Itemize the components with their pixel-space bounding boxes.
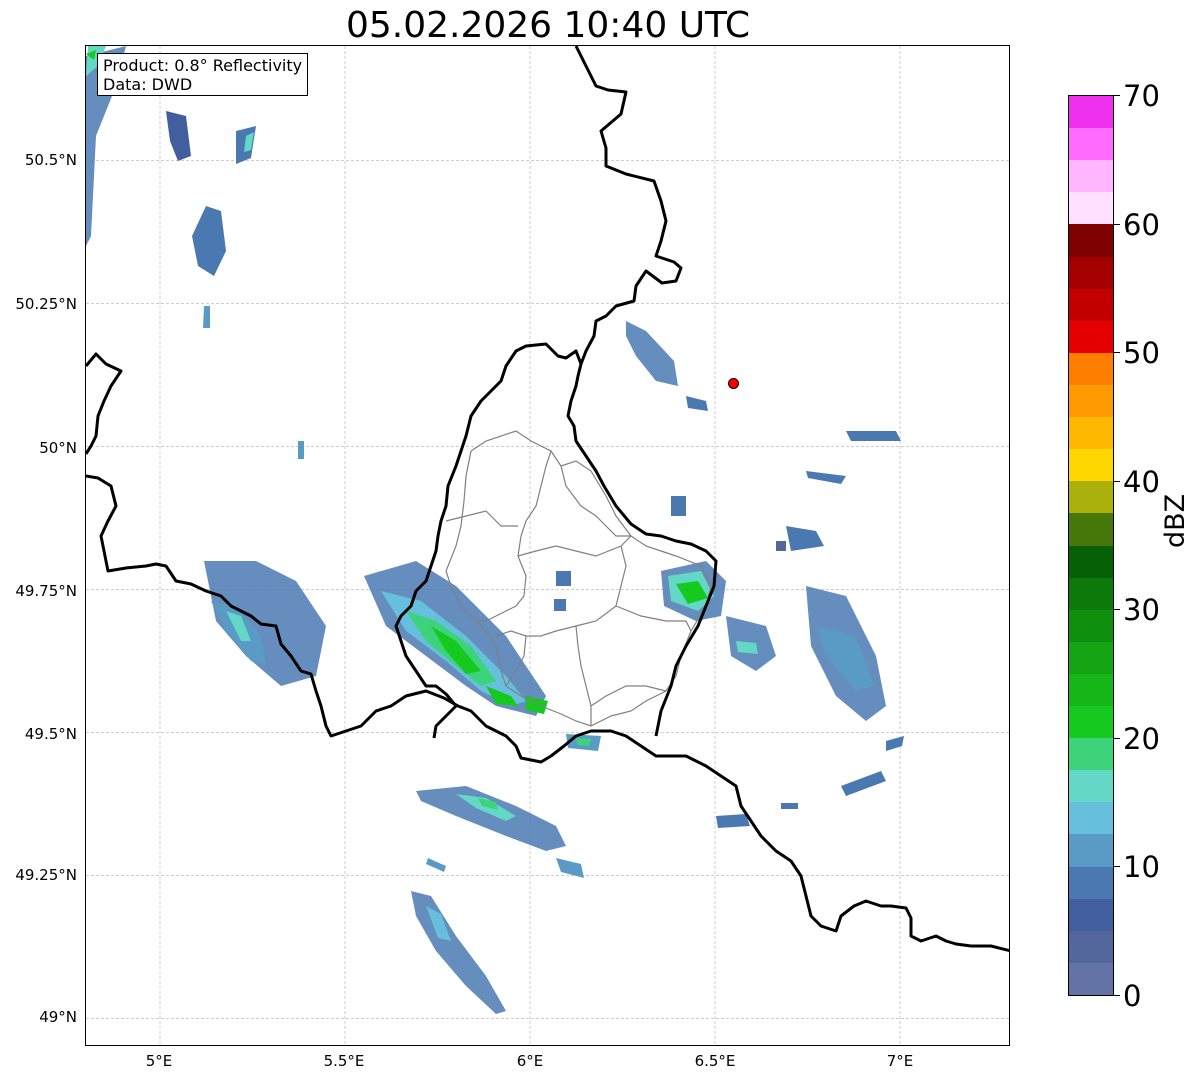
data-source-label: Data: DWD — [103, 75, 193, 94]
colorbar-segment — [1069, 704, 1113, 739]
colorbar-tick — [1114, 866, 1120, 867]
map-gridlines — [86, 46, 1009, 1045]
colorbar-tick — [1114, 352, 1120, 353]
colorbar-label: dBZ — [1160, 493, 1191, 548]
radar-site-marker[interactable] — [728, 377, 739, 389]
colorbar-segment — [1069, 383, 1113, 418]
radar-echo — [776, 541, 786, 551]
radar-echo — [786, 526, 824, 551]
colorbar-segment — [1069, 286, 1113, 321]
radar-echo — [736, 641, 758, 654]
colorbar-tick — [1114, 995, 1120, 996]
colorbar-segment — [1069, 158, 1113, 193]
colorbar-tick — [1114, 481, 1120, 482]
colorbar-segment — [1069, 479, 1113, 514]
colorbar-segment — [1069, 543, 1113, 578]
colorbar-segment — [1069, 190, 1113, 225]
colorbar-tick-label: 70 — [1123, 79, 1160, 113]
colorbar-segment — [1069, 254, 1113, 289]
colorbar-tick — [1114, 738, 1120, 739]
colorbar-segment — [1069, 961, 1113, 995]
radar-echo — [716, 814, 750, 828]
colorbar-segment — [1069, 351, 1113, 385]
colorbar-tick-label: 0 — [1123, 979, 1142, 1013]
colorbar-tick — [1114, 95, 1120, 96]
radar-map-canvas — [86, 46, 1009, 1045]
radar-echo — [298, 441, 304, 459]
radar-echo — [671, 496, 686, 516]
colorbar-tick-label: 20 — [1123, 722, 1160, 756]
colorbar-segment — [1069, 672, 1113, 707]
info-box: Product: 0.8° Reflectivity Data: DWD — [97, 53, 309, 96]
colorbar-segment — [1069, 736, 1113, 771]
radar-echo — [203, 306, 210, 328]
radar-map[interactable] — [85, 45, 1010, 1046]
radar-echo — [411, 891, 506, 1014]
colorbar-segment — [1069, 318, 1113, 353]
radar-echo — [554, 599, 566, 611]
colorbar-segment — [1069, 511, 1113, 546]
lon-tick-label: 6.5°E — [694, 1052, 736, 1070]
colorbar-segment — [1069, 768, 1113, 803]
radar-echo — [841, 771, 886, 796]
colorbar-segment — [1069, 126, 1113, 161]
colorbar-segment — [1069, 800, 1113, 835]
lon-tick-label: 5.5°E — [323, 1052, 365, 1070]
radar-echo — [426, 858, 446, 872]
radar-echo — [192, 206, 226, 276]
colorbar-segment — [1069, 447, 1113, 482]
colorbar-segment — [1069, 96, 1113, 129]
colorbar-segment — [1069, 832, 1113, 867]
lat-tick-label: 49°N — [39, 1008, 77, 1026]
radar-echo — [806, 471, 846, 484]
lon-tick-label: 7°E — [886, 1052, 914, 1070]
colorbar-tick — [1114, 224, 1120, 225]
colorbar-segment — [1069, 896, 1113, 931]
radar-echo — [686, 396, 708, 411]
colorbar — [1068, 95, 1114, 996]
radar-echo — [626, 321, 678, 386]
colorbar-segment — [1069, 864, 1113, 899]
lon-tick-label: 5°E — [145, 1052, 173, 1070]
colorbar-segment — [1069, 929, 1113, 963]
country-borders — [86, 46, 1009, 953]
radar-echo — [556, 571, 571, 586]
colorbar-segment — [1069, 222, 1113, 257]
lat-tick-label: 49.75°N — [15, 582, 77, 600]
lon-tick-label: 6°E — [516, 1052, 544, 1070]
radar-echo — [556, 858, 584, 878]
product-label: Product: 0.8° Reflectivity — [103, 56, 303, 75]
lat-tick-label: 50.25°N — [15, 295, 77, 313]
lat-tick-label: 50.5°N — [24, 151, 77, 169]
radar-echo — [781, 803, 798, 809]
lat-tick-label: 49.5°N — [24, 725, 77, 743]
colorbar-tick-label: 60 — [1123, 208, 1160, 242]
colorbar-segment — [1069, 607, 1113, 642]
radar-echo — [886, 736, 904, 751]
colorbar-segment — [1069, 415, 1113, 450]
radar-echo — [166, 111, 191, 161]
radar-echo — [576, 738, 591, 746]
colorbar-tick-label: 40 — [1123, 465, 1160, 499]
colorbar-tick — [1114, 609, 1120, 610]
lat-tick-label: 49.25°N — [15, 866, 77, 884]
radar-echoes — [86, 46, 904, 1014]
map-title: 05.02.2026 10:40 UTC — [345, 5, 751, 46]
colorbar-segment — [1069, 575, 1113, 610]
colorbar-tick-label: 50 — [1123, 336, 1160, 370]
lat-tick-label: 50°N — [39, 439, 77, 457]
radar-echo — [416, 786, 566, 851]
radar-echo — [846, 431, 901, 441]
colorbar-tick-label: 30 — [1123, 593, 1160, 627]
colorbar-tick-label: 10 — [1123, 850, 1160, 884]
colorbar-segment — [1069, 640, 1113, 674]
